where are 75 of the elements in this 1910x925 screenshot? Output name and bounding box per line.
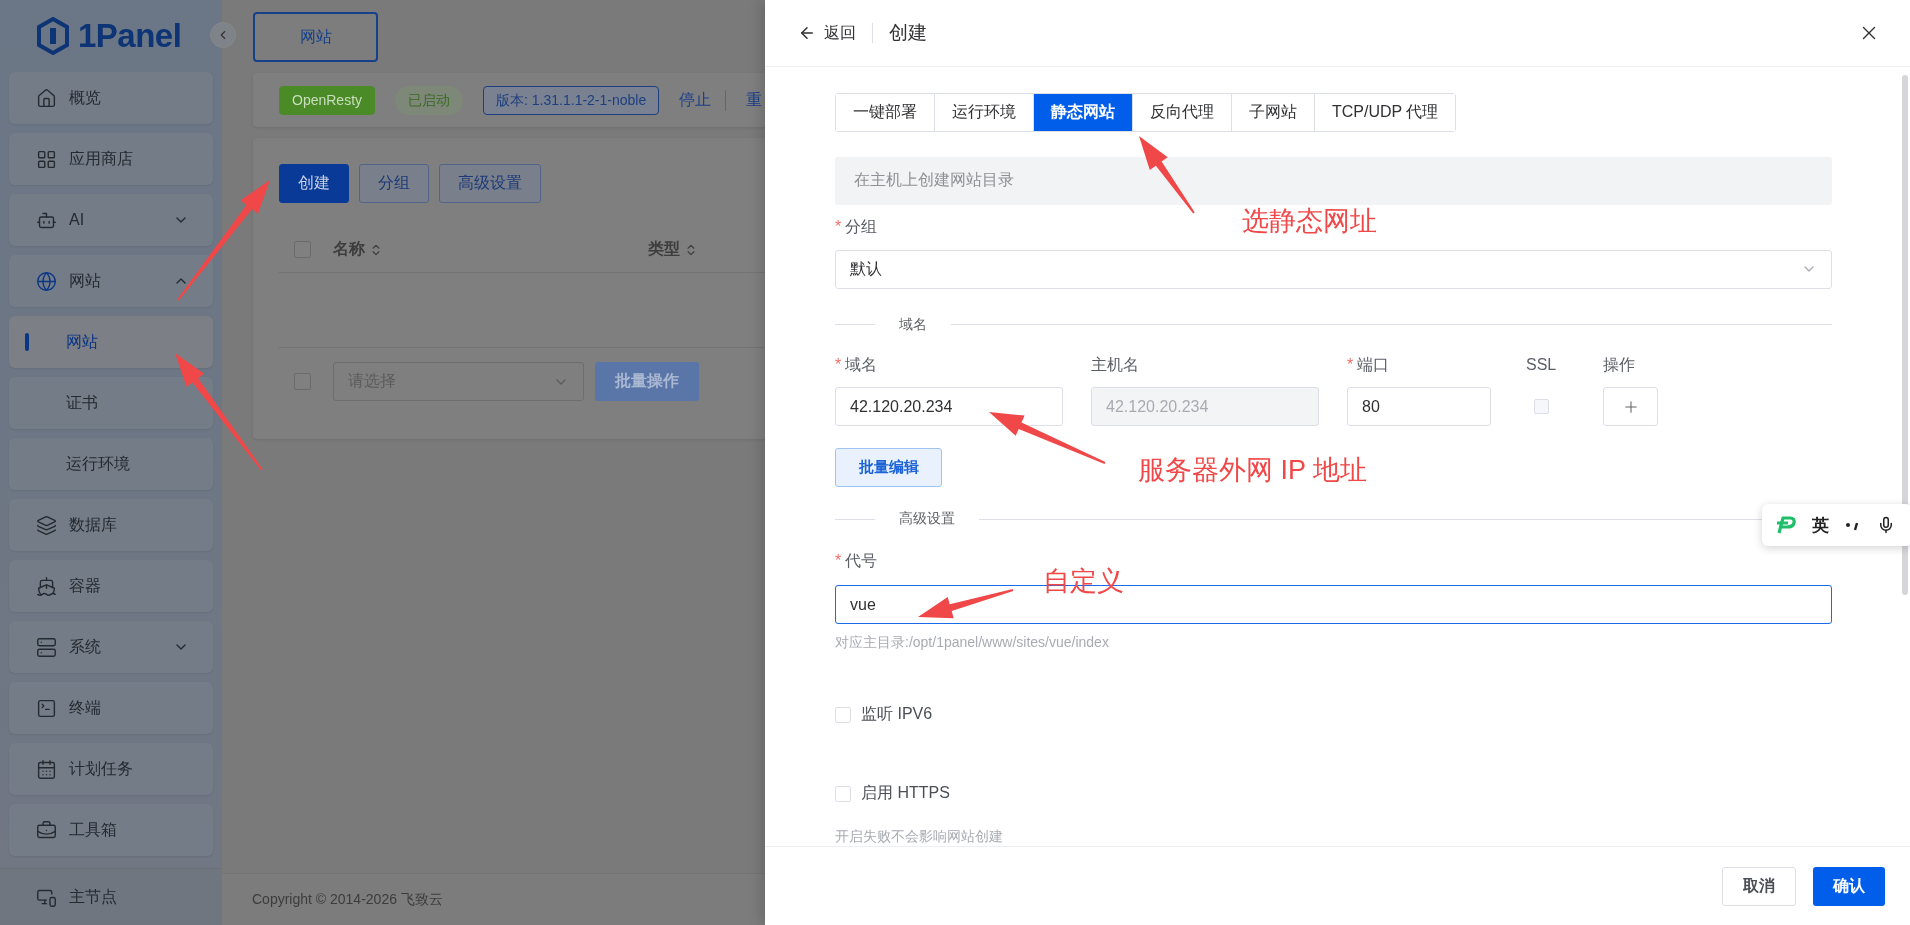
sidebar-item[interactable]: AI — [9, 194, 213, 246]
section-title: 高级设置 — [898, 510, 956, 528]
globe-icon — [36, 270, 57, 292]
section-title: 域名 — [898, 315, 928, 334]
sidebar-item[interactable]: 应用商店 — [9, 133, 213, 185]
app-tag: OpenResty — [279, 85, 376, 115]
toolbar-button[interactable]: 分组 — [359, 164, 429, 203]
copyright-text: Copyright © 2014-2026 飞致云 — [252, 890, 443, 909]
column-label: 端口 — [1357, 354, 1390, 375]
drawer-title: 创建 — [889, 21, 928, 45]
sidebar-item[interactable]: 工具箱 — [9, 804, 213, 856]
checkbox-label: 启用 HTTPS — [861, 783, 950, 803]
ship-icon — [36, 575, 57, 597]
ime-logo-icon — [1776, 516, 1796, 534]
sidebar-item[interactable]: 终端 — [9, 682, 213, 734]
sidebar-footer-item[interactable]: 主节点 — [0, 868, 222, 925]
action-link[interactable]: 停止 — [679, 89, 727, 111]
add-button[interactable] — [1603, 387, 1658, 427]
batch-edit-button[interactable]: 批量编辑 — [835, 448, 942, 488]
sidebar-item[interactable]: 概览 — [9, 72, 213, 124]
back-button[interactable]: 返回 — [798, 23, 873, 43]
sidebar-item[interactable]: 网站 — [9, 255, 213, 307]
batch-button[interactable]: 批量操作 — [595, 362, 699, 401]
calendar-icon — [36, 758, 57, 780]
logo-text: 1Panel — [78, 17, 182, 55]
sidebar-subitem[interactable]: 网站 — [9, 316, 213, 368]
required-mark: * — [835, 356, 842, 375]
sidebar-item[interactable]: 数据库 — [9, 499, 213, 551]
hint-text: 对应主目录:/opt/1panel/www/sites/vue/index — [835, 634, 1110, 652]
server-icon — [36, 636, 57, 658]
info-text: 在主机上创建网站目录 — [835, 157, 1832, 205]
column-label: 操作 — [1603, 354, 1635, 375]
checkbox-label: 监听 IPV6 — [861, 704, 933, 724]
field-label: 分组 — [845, 216, 878, 237]
hint-text: 开启失败不会影响网站创建 — [835, 828, 1004, 846]
collapse-button[interactable] — [210, 22, 236, 48]
required-mark: * — [1347, 356, 1354, 375]
action-link[interactable]: 重 — [746, 89, 765, 111]
toolbox-icon — [36, 819, 57, 841]
sidebar-subitem[interactable]: 运行环境 — [9, 438, 213, 490]
required-mark: * — [835, 218, 842, 237]
confirm-button[interactable]: 确认 — [1813, 866, 1885, 906]
annotation-text: 服务器外网 IP 地址 — [1138, 454, 1368, 487]
ime-mode[interactable]: 英 — [1812, 513, 1829, 537]
layers-icon — [36, 514, 57, 536]
group-select[interactable]: 默认 — [835, 250, 1832, 289]
required-mark: * — [835, 552, 842, 571]
sidebar-item[interactable]: 容器 — [9, 560, 213, 612]
terminal-icon — [36, 697, 57, 719]
sidebar-item[interactable]: 计划任务 — [9, 743, 213, 795]
column-label: 域名 — [845, 354, 878, 375]
sidebar-subitem[interactable]: 证书 — [9, 377, 213, 429]
column-header[interactable]: 名称 — [333, 239, 648, 260]
footer-item-label: 主节点 — [69, 886, 117, 907]
version-tag: 版本: 1.31.1.1-2-1-noble — [483, 85, 660, 115]
column-header[interactable]: 类型 — [648, 239, 765, 260]
sidebar-item[interactable]: 系统 — [9, 621, 213, 673]
toolbar-button[interactable]: 高级设置 — [439, 164, 541, 203]
microphone-icon[interactable] — [1877, 516, 1895, 534]
home-icon — [36, 87, 57, 109]
tab[interactable]: 静态网站 — [1034, 94, 1133, 131]
ssl-checkbox[interactable] — [1534, 399, 1549, 415]
port-input[interactable]: 80 — [1347, 387, 1491, 427]
grid-icon — [36, 148, 57, 170]
status-tag: 已启动 — [395, 85, 464, 115]
logo-icon — [36, 17, 70, 55]
page-tab[interactable]: 网站 — [253, 12, 378, 62]
tab[interactable]: 一键部署 — [836, 94, 935, 131]
field-label: 代号 — [845, 550, 878, 571]
annotation-text: 选静态网址 — [1242, 205, 1377, 238]
column-label: 主机名 — [1091, 354, 1139, 375]
column-label: SSL — [1526, 356, 1557, 375]
toolbar-button[interactable]: 创建 — [279, 164, 349, 203]
cancel-button[interactable]: 取消 — [1722, 866, 1796, 906]
domain-input[interactable]: 42.120.20.234 — [835, 387, 1063, 427]
